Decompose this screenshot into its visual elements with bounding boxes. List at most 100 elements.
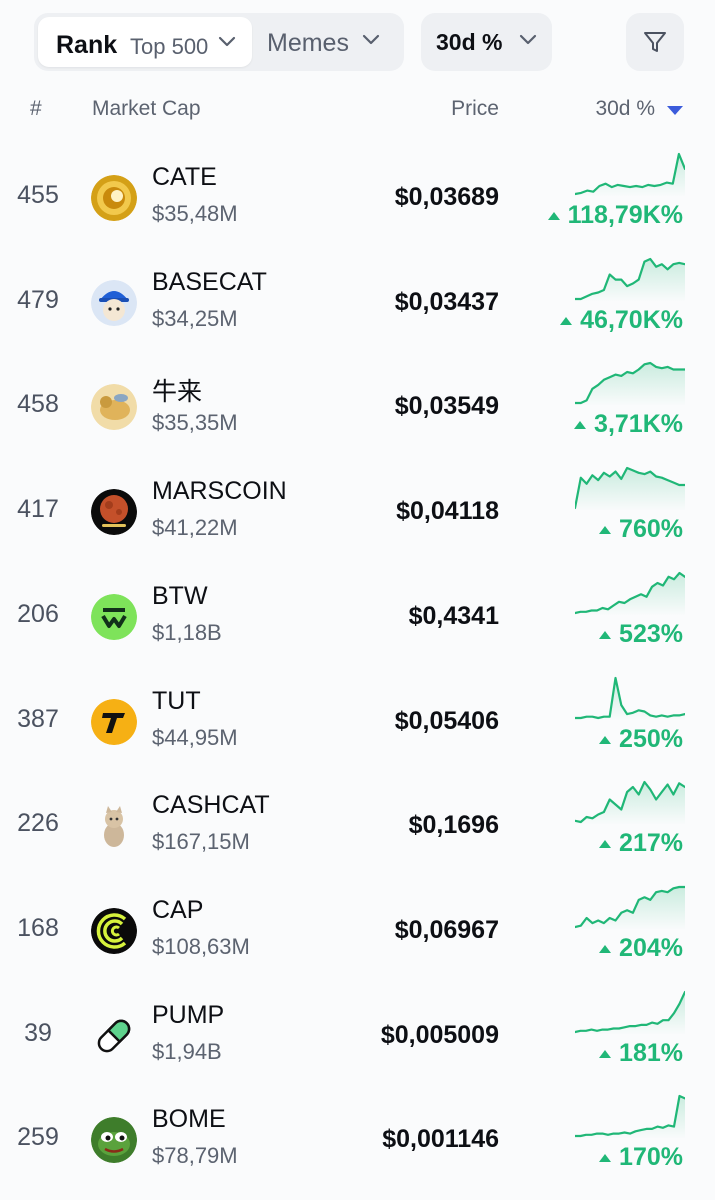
coin-price: $0,04118 (396, 497, 499, 526)
coin-rank: 206 (17, 599, 59, 628)
sparkline-chart (575, 152, 685, 197)
coin-change-value: 46,70K% (580, 305, 683, 334)
coin-change-value: 523% (619, 619, 683, 648)
coin-change: 250% (599, 725, 683, 754)
coin-rank: 259 (17, 1123, 59, 1152)
coin-market-cap: $78,79M (152, 1143, 238, 1169)
up-triangle-icon (599, 630, 612, 639)
bome-logo-icon (91, 1117, 137, 1164)
up-triangle-icon (599, 840, 612, 849)
coin-change-value: 250% (619, 724, 683, 753)
coin-market-cap: $167,15M (152, 829, 250, 855)
sparkline-line (575, 676, 685, 719)
coin-change: 3,71K% (574, 410, 683, 439)
coin-rank: 387 (17, 704, 59, 733)
coin-name: BASECAT (152, 267, 267, 296)
rank-value: Top 500 (130, 34, 209, 59)
coin-name: MARSCOIN (152, 477, 287, 506)
up-triangle-icon (599, 1154, 612, 1163)
coin-name: CAP (152, 895, 204, 924)
coin-rank: 417 (17, 495, 59, 524)
filter-icon (644, 32, 666, 52)
filter-bar: Rank Top 500 Memes 30d % (0, 0, 715, 88)
column-header-rank[interactable]: # (30, 97, 42, 121)
coin-rank: 168 (17, 913, 59, 942)
coin-row-btw[interactable]: 206 BTW $1,18B $0,4341 523% (0, 568, 715, 672)
coin-market-cap: $1,18B (152, 619, 222, 645)
coin-price: $0,1696 (408, 811, 499, 840)
up-triangle-icon (574, 421, 587, 430)
coin-change: 46,70K% (560, 306, 683, 335)
coin-row-cate[interactable]: 455 CATE $35,48M $0,03689 118,79K% (0, 149, 715, 253)
sparkline-chart (575, 466, 685, 512)
coin-change: 170% (599, 1143, 683, 1172)
coin-change: 118,79K% (547, 201, 683, 230)
up-triangle-icon (599, 735, 612, 744)
column-header-market-cap[interactable]: Market Cap (92, 97, 201, 121)
coin-change: 181% (599, 1039, 683, 1068)
coin-price: $0,05406 (394, 706, 499, 735)
coin-row-cashcat[interactable]: 226 CASHCAT $167,15M $0,1696 217% (0, 777, 715, 881)
coin-price: $0,001146 (382, 1125, 499, 1154)
coin-row-bome[interactable]: 259 BOME $78,79M $0,001146 170% (0, 1091, 715, 1195)
coin-rank: 226 (17, 809, 59, 838)
coin-price: $0,005009 (380, 1020, 499, 1049)
tut-logo-icon (91, 698, 137, 745)
coin-change-value: 760% (619, 515, 683, 544)
coin-price: $0,06967 (394, 915, 499, 944)
coin-change-value: 3,71K% (594, 410, 683, 439)
sparkline-chart (575, 676, 685, 721)
coin-name: PUMP (152, 1000, 225, 1029)
coin-price: $0,03689 (394, 183, 499, 211)
filter-button[interactable] (626, 13, 684, 71)
coin-price: $0,4341 (408, 601, 499, 630)
coin-name: BOME (152, 1105, 226, 1134)
coin-market-cap: $41,22M (152, 515, 238, 541)
coin-row-cap[interactable]: 168 CAP $108,63M $0,06967 204% (0, 882, 715, 986)
pump-logo-icon (91, 1012, 137, 1059)
up-triangle-icon (599, 526, 612, 535)
rank-category-selector: Rank Top 500 Memes (34, 13, 404, 71)
coin-name: CATE (152, 163, 217, 191)
coin-change: 523% (599, 620, 683, 649)
coin-row-basecat[interactable]: 479 BASECAT $34,25M $0,03437 46,70K% (0, 254, 715, 358)
coin-rank: 39 (24, 1018, 52, 1047)
coin-name: TUT (152, 686, 201, 715)
up-triangle-icon (599, 944, 612, 953)
period-dropdown[interactable]: 30d % (421, 13, 552, 71)
coin-change-value: 181% (619, 1038, 683, 1067)
up-triangle-icon (560, 316, 573, 325)
coin-row-marscoin[interactable]: 417 MARSCOIN $41,22M $0,04118 760% (0, 463, 715, 567)
coin-market-cap: $35,35M (152, 410, 238, 436)
rank-dropdown[interactable]: Rank Top 500 (38, 17, 252, 67)
coin-change: 204% (599, 934, 683, 963)
up-triangle-icon (547, 212, 560, 220)
coin-price: $0,03437 (394, 287, 499, 316)
period-label: 30d % (436, 29, 503, 55)
coin-name: 牛来 (152, 378, 203, 407)
category-dropdown[interactable]: Memes (267, 29, 349, 58)
coin-change: 760% (599, 515, 683, 544)
sparkline-chart (575, 257, 685, 302)
basecat-logo-icon (91, 279, 137, 326)
column-header-price[interactable]: Price (451, 97, 499, 121)
cashcat-logo-icon (91, 803, 137, 850)
coin-change-value: 217% (619, 829, 683, 858)
coin-rank: 458 (17, 390, 59, 419)
niulai-logo-icon (91, 384, 137, 431)
coin-row-pump[interactable]: 39 PUMP $1,94B $0,005009 181% (0, 987, 715, 1091)
column-header-change[interactable]: 30d % (595, 97, 655, 121)
rank-label: Rank (56, 31, 118, 59)
chevron-down-icon (519, 34, 537, 45)
coin-market-cap: $34,25M (152, 305, 238, 331)
coin-change-value: 204% (619, 933, 683, 962)
coin-row-[interactable]: 458 牛来 $35,35M $0,03549 3,71K% (0, 358, 715, 462)
coin-row-tut[interactable]: 387 TUT $44,95M $0,05406 250% (0, 673, 715, 777)
coin-market-cap: $35,48M (152, 201, 238, 226)
coin-market-cap: $108,63M (152, 933, 250, 959)
coin-market-cap: $44,95M (152, 724, 238, 750)
sparkline-chart (575, 990, 685, 1035)
coin-change-value: 170% (619, 1143, 683, 1172)
coin-price: $0,03549 (394, 392, 499, 421)
marscoin-logo-icon (91, 489, 137, 536)
